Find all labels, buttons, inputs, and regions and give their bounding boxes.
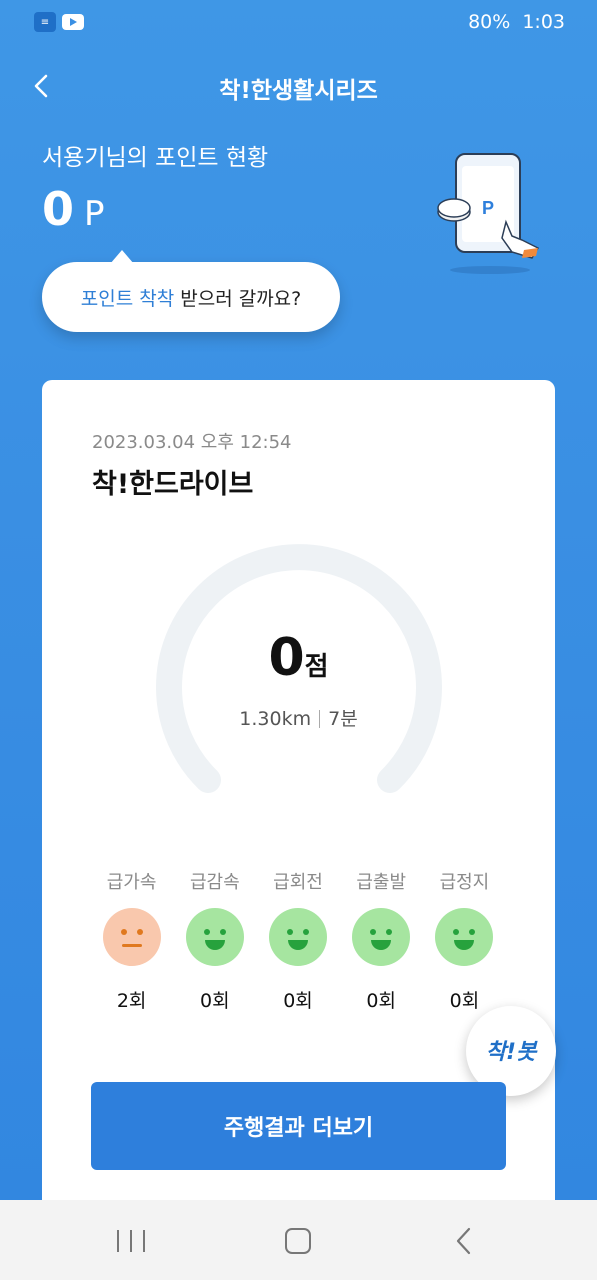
clock: 1:03 [522, 11, 565, 33]
points-number: 0 [42, 182, 75, 236]
phone-with-point-coin-illustration: P [437, 153, 540, 274]
recent-apps-icon[interactable] [117, 1230, 145, 1252]
chat-app-icon: ≡ [34, 12, 56, 32]
event-label: 급감속 [189, 872, 240, 893]
event-label: 급가속 [106, 872, 157, 893]
back-icon[interactable] [452, 1226, 476, 1256]
trip-summary: 1.30km 7분 [42, 704, 555, 731]
system-nav-bar [0, 1200, 597, 1280]
score-unit: 점 [304, 652, 329, 682]
event-count: 0회 [366, 990, 396, 1012]
svg-text:P: P [482, 198, 494, 218]
notification-icons: ≡ [34, 12, 84, 32]
trip-duration: 7분 [328, 708, 358, 730]
event-label: 급회전 [273, 872, 323, 893]
event-sudden-stop: 급정지 0회 [423, 868, 506, 1013]
event-label: 급출발 [356, 872, 407, 893]
trip-distance: 1.30km [239, 708, 312, 730]
smile-face-icon [269, 908, 327, 966]
more-results-button[interactable]: 주행결과 더보기 [91, 1082, 506, 1170]
event-count: 2회 [116, 990, 147, 1012]
page-title: 착!한생활시리즈 [219, 78, 378, 104]
smile-face-icon [435, 908, 494, 966]
chatbot-label: 착!봇 [485, 1040, 537, 1065]
event-hard-braking: 급감속 0회 [173, 868, 256, 1013]
event-sudden-start: 급출발 0회 [340, 868, 423, 1013]
bubble-highlight: 포인트 착착 [80, 288, 175, 310]
driving-events: 급가속 2회 급감속 0회 급회전 0회 급출발 0회 급정지 0회 [90, 868, 506, 1013]
smile-face-icon [185, 908, 244, 966]
divider [319, 710, 321, 728]
app-header: 착!한생활시리즈 [0, 60, 597, 112]
points-unit: P [84, 194, 105, 234]
event-hard-acceleration: 급가속 2회 [90, 868, 173, 1013]
home-icon[interactable] [285, 1228, 311, 1254]
battery-level: 80% [468, 11, 511, 33]
event-label: 급정지 [439, 872, 490, 893]
smile-face-icon [352, 908, 411, 966]
bubble-text: 포인트 착착 받으러 갈까요? [42, 284, 340, 311]
event-count: 0회 [200, 990, 230, 1012]
event-count: 0회 [283, 990, 313, 1012]
card-title: 착!한드라이브 [92, 469, 254, 500]
status-bar: ≡ 80% 1:03 [0, 0, 597, 48]
points-promo-bubble[interactable]: 포인트 착착 받으러 갈까요? [42, 250, 340, 332]
bubble-rest: 받으러 갈까요? [174, 288, 302, 310]
neutral-face-icon [102, 908, 161, 966]
points-label: 서용기님의 포인트 현황 [42, 145, 269, 171]
score-value: 0 [268, 628, 305, 688]
status-right: 80% 1:03 [468, 11, 565, 33]
event-sharp-turn: 급회전 0회 [256, 868, 339, 1013]
points-value: 0 P [42, 182, 105, 236]
youtube-icon [62, 14, 84, 30]
score-display: 0점 [42, 628, 555, 688]
drive-date: 2023.03.04 오후 12:54 [92, 432, 292, 453]
